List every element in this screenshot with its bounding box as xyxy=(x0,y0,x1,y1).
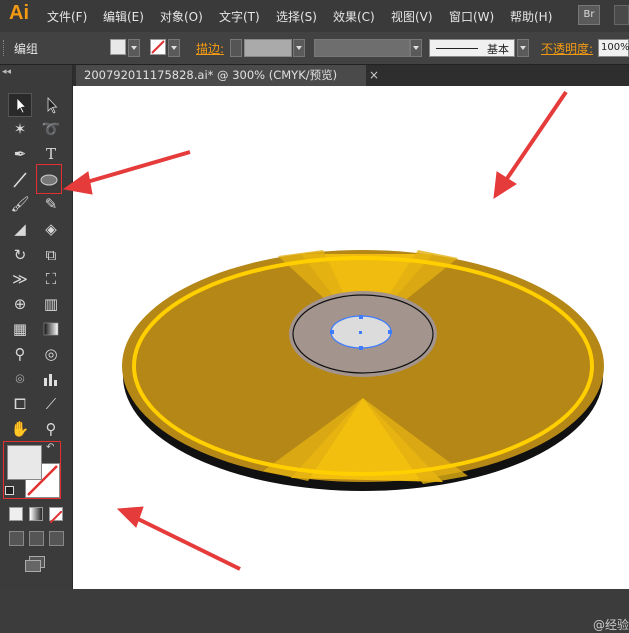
arrow-to-ellipse-tool xyxy=(79,150,191,186)
arrow-to-fill-stroke xyxy=(131,514,241,571)
arrow-head-2 xyxy=(493,171,517,199)
fill-color-swatch-front[interactable] xyxy=(7,445,42,480)
arrow-to-canvas xyxy=(502,90,568,185)
arrow-head-3 xyxy=(116,506,144,528)
annotation-arrows xyxy=(62,90,568,571)
watermark: @经验 xyxy=(593,618,629,632)
arrow-head-1 xyxy=(62,171,93,195)
